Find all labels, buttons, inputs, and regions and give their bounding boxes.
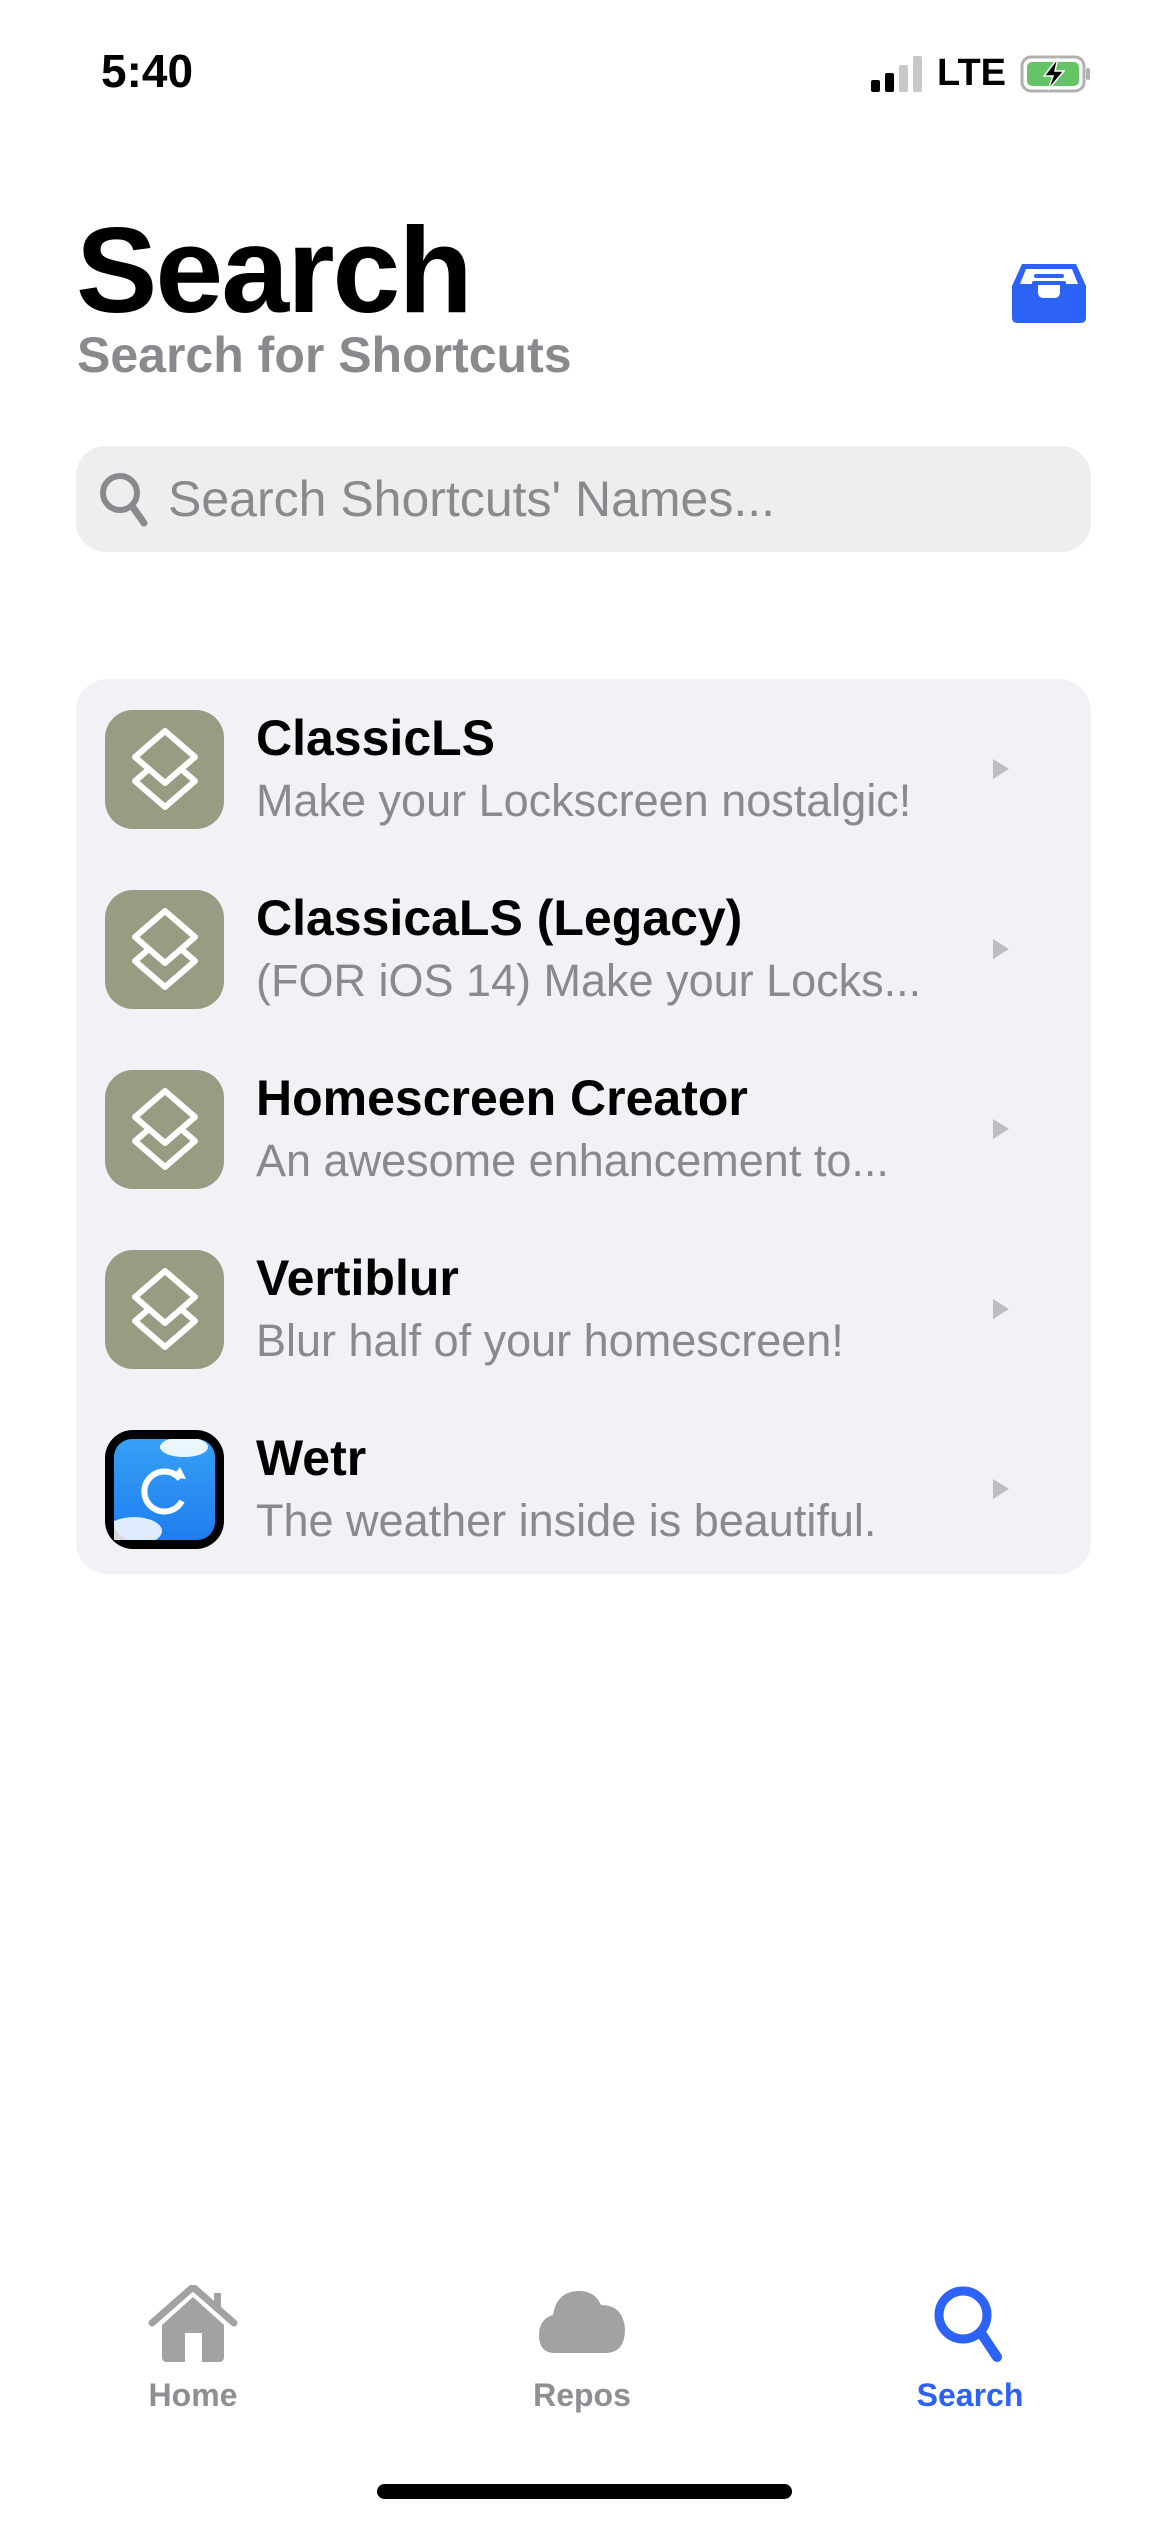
result-name: ClassicLS xyxy=(256,710,496,766)
result-description: An awesome enhancement to... xyxy=(256,1135,889,1186)
tab-label: Home xyxy=(148,2377,238,2413)
result-row[interactable]: ClassicaLS (Legacy) (FOR iOS 14) Make you… xyxy=(76,859,1091,1039)
search-icon xyxy=(100,473,148,527)
result-description: (FOR iOS 14) Make your Locks... xyxy=(256,955,922,1006)
disclosure-triangle-icon xyxy=(993,939,1009,959)
tab-repos[interactable]: Repos xyxy=(482,2285,682,2414)
home-indicator[interactable] xyxy=(377,2484,792,2499)
tab-label: Repos xyxy=(533,2377,631,2413)
status-indicators: LTE xyxy=(871,52,1092,95)
page-subtitle: Search for Shortcuts xyxy=(77,327,572,383)
shortcuts-icon xyxy=(105,889,224,1009)
result-row[interactable]: Vertiblur Blur half of your homescreen! xyxy=(76,1219,1091,1399)
tab-search[interactable]: Search xyxy=(870,2285,1070,2414)
tab-home[interactable]: Home xyxy=(93,2285,293,2414)
result-name: ClassicaLS (Legacy) xyxy=(256,890,743,946)
tab-label: Search xyxy=(916,2377,1024,2413)
house-icon xyxy=(148,2285,238,2362)
network-type: LTE xyxy=(937,52,1006,94)
disclosure-triangle-icon xyxy=(993,759,1009,779)
result-name: Vertiblur xyxy=(256,1250,459,1306)
magnifier-icon xyxy=(934,2286,1002,2362)
disclosure-triangle-icon xyxy=(993,1479,1009,1499)
page-title: Search xyxy=(76,202,473,338)
result-description: The weather inside is beautiful. xyxy=(256,1495,877,1546)
result-name: Homescreen Creator xyxy=(256,1070,748,1126)
result-row[interactable]: Homescreen Creator An awesome enhancement… xyxy=(76,1039,1091,1219)
tray-icon[interactable] xyxy=(1010,262,1088,324)
battery-charging-icon xyxy=(1020,55,1090,92)
search-input[interactable] xyxy=(166,469,1020,529)
result-description: Make your Lockscreen nostalgic! xyxy=(256,775,912,826)
wetr-app-icon xyxy=(105,1429,224,1549)
disclosure-triangle-icon xyxy=(993,1119,1009,1139)
status-time: 5:40 xyxy=(101,45,194,97)
disclosure-triangle-icon xyxy=(993,1299,1009,1319)
shortcuts-icon xyxy=(105,1249,224,1369)
cloud-icon xyxy=(539,2291,625,2353)
shortcuts-icon xyxy=(105,709,224,829)
result-name: Wetr xyxy=(256,1430,367,1486)
signal-icon xyxy=(871,55,923,92)
result-row[interactable]: Wetr The weather inside is beautiful. xyxy=(76,1399,1091,1579)
result-description: Blur half of your homescreen! xyxy=(256,1315,844,1366)
search-bar[interactable] xyxy=(76,446,1091,552)
shortcuts-icon xyxy=(105,1069,224,1189)
results-list: ClassicLS Make your Lockscreen nostalgic!… xyxy=(76,679,1091,1574)
result-row[interactable]: ClassicLS Make your Lockscreen nostalgic! xyxy=(76,679,1091,859)
